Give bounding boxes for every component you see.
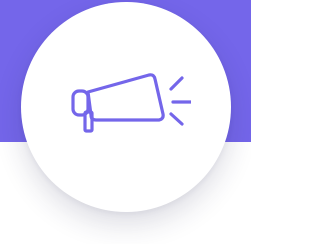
megaphone-icon xyxy=(61,65,191,145)
announcement-card xyxy=(0,0,251,244)
icon-circle xyxy=(21,2,231,212)
